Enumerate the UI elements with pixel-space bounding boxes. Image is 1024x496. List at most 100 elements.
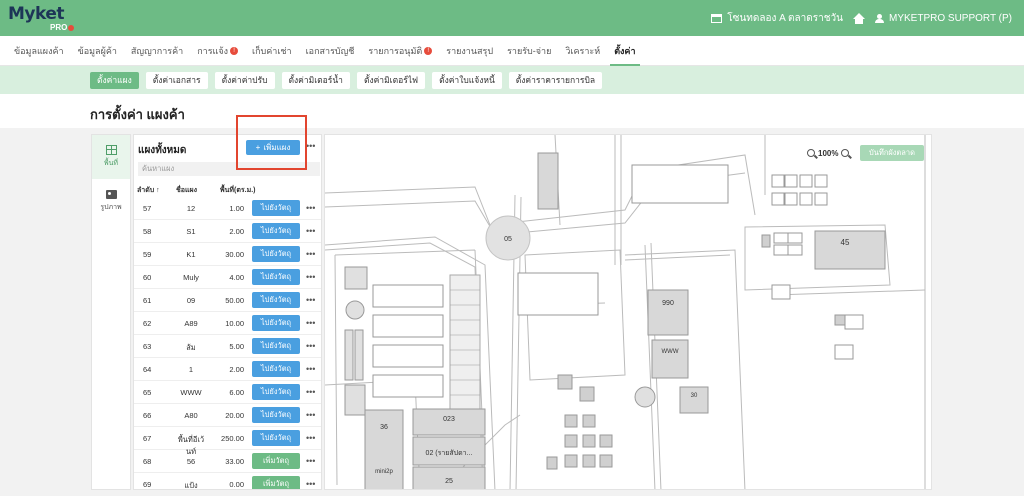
- row-more-icon[interactable]: •••: [306, 387, 315, 397]
- row-area: 33.00: [225, 457, 244, 466]
- row-stall-name: 56: [186, 457, 196, 466]
- row-stall-name: S1: [186, 227, 196, 236]
- zoom-out-icon[interactable]: [807, 149, 815, 157]
- add-object-button[interactable]: เพิ่มวัตถุ: [252, 476, 300, 489]
- notification-badge: !: [424, 46, 433, 55]
- row-stall-name: WWW: [180, 388, 202, 397]
- nav-item-6[interactable]: รายการอนุมัติ!: [368, 36, 433, 66]
- col-no[interactable]: ลำดับ ↑: [137, 185, 160, 196]
- map-label-roundabout: 05: [504, 236, 512, 243]
- go-to-object-button[interactable]: ไปยังวัตถุ: [252, 430, 300, 446]
- nav-item-1[interactable]: ข้อมูลผู้ค้า: [78, 36, 117, 66]
- zoom-level: 100%: [818, 148, 839, 158]
- user-menu[interactable]: MYKETPRO SUPPORT (P): [875, 13, 1012, 24]
- grid-icon: [105, 145, 117, 155]
- nav-item-5[interactable]: เอกสารบัญชี: [306, 36, 355, 66]
- sub-tab-1[interactable]: ตั้งค่าเอกสาร: [145, 71, 208, 89]
- go-to-object-button[interactable]: ไปยังวัตถุ: [252, 315, 300, 331]
- row-more-icon[interactable]: •••: [306, 410, 315, 420]
- zoom-in-icon[interactable]: [841, 149, 850, 157]
- map-drawing: 05 45 36 mini2p 023 02 (รายสัปดา... 25 9…: [325, 135, 926, 489]
- row-more-icon[interactable]: •••: [306, 226, 315, 236]
- table-header: ลำดับ ↑ ชื่อแผง พื้นที่(ตร.ม.): [134, 183, 321, 196]
- go-to-object-button[interactable]: ไปยังวัตถุ: [252, 338, 300, 354]
- tab-image[interactable]: รูปภาพ: [92, 179, 130, 223]
- sub-tab-5[interactable]: ตั้งค่าใบแจ้งหนี้: [432, 71, 502, 89]
- go-to-object-button[interactable]: ไปยังวัตถุ: [252, 292, 300, 308]
- panel-title: แผงทั้งหมด: [138, 145, 187, 156]
- row-more-icon[interactable]: •••: [306, 341, 315, 351]
- map-label-990: 990: [662, 300, 674, 307]
- go-to-object-button[interactable]: ไปยังวัตถุ: [252, 200, 300, 216]
- logo-dot-icon: [68, 24, 75, 31]
- row-more-icon[interactable]: •••: [306, 318, 315, 328]
- more-options-icon[interactable]: •••: [306, 141, 315, 151]
- sub-tab-3[interactable]: ตั้งค่ามิเตอร์น้ำ: [281, 71, 350, 89]
- nav-item-10[interactable]: ตั้งค่า: [610, 36, 640, 66]
- go-to-object-button[interactable]: ไปยังวัตถุ: [252, 223, 300, 239]
- table-row: 65 WWW 6.00 ไปยังวัตถุ •••: [134, 381, 321, 404]
- table-row: 60 Muly 4.00 ไปยังวัตถุ •••: [134, 266, 321, 289]
- nav-item-label: เก็บค่าเช่า: [252, 45, 292, 56]
- nav-item-4[interactable]: เก็บค่าเช่า: [252, 36, 292, 66]
- zoom-control: 100%: [807, 146, 863, 160]
- main-nav: ข้อมูลแผงค้า ข้อมูลผู้ค้า สัญญาการค้า การแจ…: [0, 36, 1024, 66]
- row-area: 10.00: [225, 319, 244, 328]
- row-area: 1.00: [229, 204, 244, 213]
- nav-item-3[interactable]: การแจ้ง!: [197, 36, 239, 66]
- go-to-object-button[interactable]: ไปยังวัตถุ: [252, 361, 300, 377]
- settings-sub-nav: ตั้งค่าแผง ตั้งค่าเอกสาร ตั้งค่าค่าปรับ ตั้…: [0, 66, 1024, 94]
- row-more-icon[interactable]: •••: [306, 433, 315, 443]
- row-area: 6.00: [229, 388, 244, 397]
- table-row: 61 09 50.00 ไปยังวัตถุ •••: [134, 289, 321, 312]
- row-more-icon[interactable]: •••: [306, 203, 315, 213]
- row-more-icon[interactable]: •••: [306, 249, 315, 259]
- table-row: 63 ส้ม 5.00 ไปยังวัตถุ •••: [134, 335, 321, 358]
- nav-item-2[interactable]: สัญญาการค้า: [131, 36, 183, 66]
- stall-rows: 57 12 1.00 ไปยังวัตถุ ••• 58 S1 2.00 ไปยังวัตถุ •…: [134, 197, 321, 489]
- go-to-object-button[interactable]: ไปยังวัตถุ: [252, 384, 300, 400]
- table-row: 57 12 1.00 ไปยังวัตถุ •••: [134, 197, 321, 220]
- nav-item-8[interactable]: รายรับ-จ่าย: [507, 36, 551, 66]
- go-to-object-button[interactable]: ไปยังวัตถุ: [252, 246, 300, 262]
- nav-item-label: การแจ้ง: [197, 45, 229, 56]
- row-more-icon[interactable]: •••: [306, 295, 315, 305]
- row-stall-name: A89: [184, 319, 198, 328]
- home-button[interactable]: [853, 13, 866, 24]
- sub-tab-0[interactable]: ตั้งค่าแผง: [90, 71, 139, 89]
- col-name: ชื่อแผง: [176, 187, 197, 194]
- go-to-object-button[interactable]: ไปยังวัตถุ: [252, 269, 300, 285]
- market-selector[interactable]: โซนทดลอง A ตลาดราชวัน: [711, 11, 843, 26]
- home-icon: [853, 13, 866, 24]
- row-area: 4.00: [229, 273, 244, 282]
- sub-tab-4[interactable]: ตั้งค่ามิเตอร์ไฟ: [356, 71, 426, 89]
- row-number: 60: [143, 273, 152, 282]
- col-area: พื้นที่(ตร.ม.): [220, 187, 256, 194]
- row-more-icon[interactable]: •••: [306, 272, 315, 282]
- map-label-25: 25: [445, 478, 453, 485]
- map-label-mini: mini2p: [375, 469, 393, 475]
- table-row: 62 A89 10.00 ไปยังวัตถุ •••: [134, 312, 321, 335]
- row-more-icon[interactable]: •••: [306, 364, 315, 374]
- row-more-icon[interactable]: •••: [306, 479, 315, 489]
- save-map-button[interactable]: บันทึกผังตลาด: [860, 145, 924, 161]
- market-map[interactable]: 05 45 36 mini2p 023 02 (รายสัปดา... 25 9…: [324, 134, 932, 490]
- row-more-icon[interactable]: •••: [306, 456, 315, 466]
- tab-area[interactable]: พื้นที่: [92, 135, 130, 179]
- nav-item-7[interactable]: รายงานสรุป: [446, 36, 493, 66]
- myket-logo[interactable]: Myket PRO: [8, 5, 75, 33]
- add-object-button[interactable]: เพิ่มวัตถุ: [252, 453, 300, 469]
- nav-item-9[interactable]: วิเคราะห์: [565, 36, 600, 66]
- row-number: 58: [143, 227, 152, 236]
- map-label-02: 02 (รายสัปดา...: [426, 449, 473, 457]
- nav-item-label: เอกสารบัญชี: [305, 45, 355, 56]
- go-to-object-button[interactable]: ไปยังวัตถุ: [252, 407, 300, 423]
- table-row: 67 พื้นที่อีเว้นท์ 250.00 ไปยังวัตถุ •••: [134, 427, 321, 456]
- sub-tab-6[interactable]: ตั้งค่าราคารายการบิล: [508, 71, 603, 89]
- table-row: 58 S1 2.00 ไปยังวัตถุ •••: [134, 220, 321, 243]
- row-area: 50.00: [225, 296, 244, 305]
- row-number: 63: [143, 342, 152, 351]
- sub-tab-2[interactable]: ตั้งค่าค่าปรับ: [214, 71, 275, 89]
- user-name: MYKETPRO SUPPORT (P): [889, 12, 1012, 24]
- nav-item-0[interactable]: ข้อมูลแผงค้า: [14, 36, 64, 66]
